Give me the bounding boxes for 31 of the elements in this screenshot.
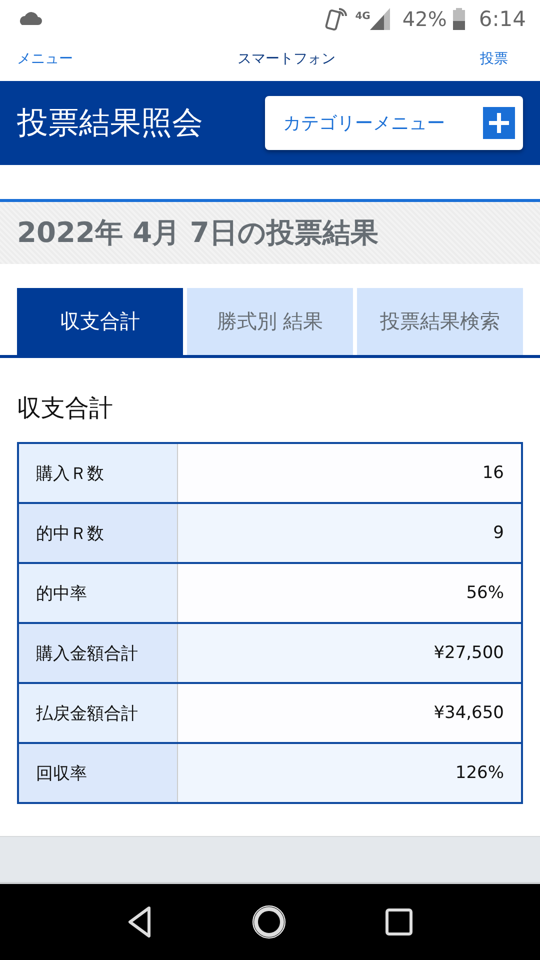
row-label: 払戻金額合計	[18, 683, 178, 743]
battery-icon	[452, 8, 465, 30]
tab[interactable]: 収支合計	[17, 288, 183, 355]
row-value: 126%	[178, 743, 522, 803]
network-type: 4G	[355, 10, 370, 22]
site-title: スマートフォン	[238, 50, 336, 68]
signal-icon	[370, 8, 390, 30]
row-value: 16	[178, 443, 522, 503]
row-label: 購入Ｒ数	[18, 443, 178, 503]
plus-icon	[483, 107, 515, 139]
section-heading: 収支合計	[17, 393, 114, 424]
menu-link[interactable]: メニュー	[17, 50, 73, 68]
page-title: 投票結果照会	[17, 104, 203, 143]
tab[interactable]: 勝式別 結果	[187, 288, 353, 355]
row-value: ¥27,500	[178, 623, 522, 683]
date-heading: 2022年 4月 7日の投票結果	[17, 215, 378, 251]
row-label: 回収率	[18, 743, 178, 803]
row-value: 9	[178, 503, 522, 563]
back-icon[interactable]	[127, 906, 153, 938]
home-icon[interactable]	[251, 904, 287, 940]
vote-link[interactable]: 投票	[480, 50, 508, 68]
row-value: 56%	[178, 563, 522, 623]
tab[interactable]: 投票結果検索	[357, 288, 523, 355]
clock-time: 6:14	[478, 6, 526, 30]
row-label: 的中Ｒ数	[18, 503, 178, 563]
category-menu-button[interactable]: カテゴリーメニュー	[265, 96, 523, 150]
row-label: 購入金額合計	[18, 623, 178, 683]
row-value: ¥34,650	[178, 683, 522, 743]
battery-percent: 42%	[402, 6, 447, 30]
row-label: 的中率	[18, 563, 178, 623]
recents-icon[interactable]	[385, 908, 413, 936]
